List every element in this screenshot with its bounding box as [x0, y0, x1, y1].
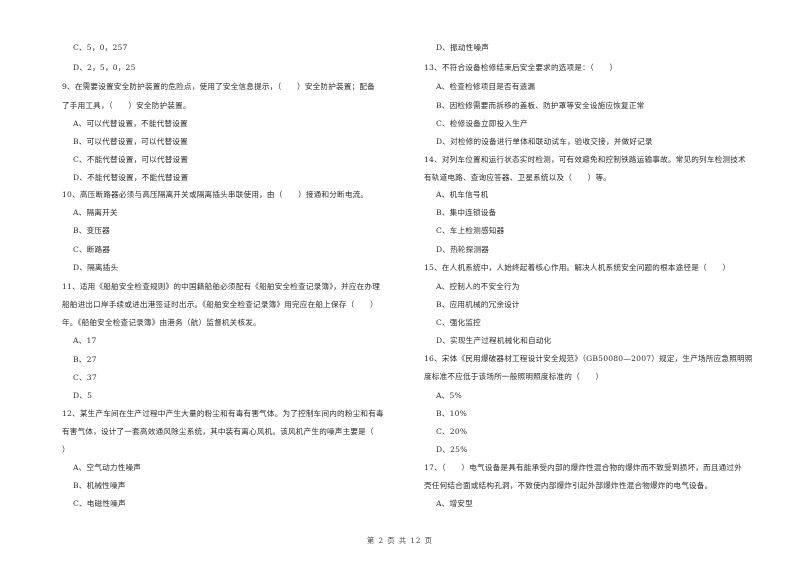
answer-option: C、检修设备立即投入生产	[436, 119, 528, 128]
answer-option: A、机车信号机	[436, 190, 489, 199]
answer-option: B、可以代替设置，可以代替设置	[73, 137, 188, 146]
answer-option: B、因检修需要而拆移的盖板、防护罩等安全设施应恢复正常	[436, 101, 645, 110]
document-page: C、5，0，257 D、2，5，0，25 9、在需要设置安全防护装置的危险点，使用了…	[0, 0, 800, 565]
answer-option: B、10%	[436, 409, 468, 418]
page-footer: 第 2 页 共 12 页	[367, 536, 433, 545]
question-text: 9、在需要设置安全防护装置的危险点，使用了安全信息提示，（ ）安全防护装置；配备	[62, 82, 375, 91]
answer-option: D、不能代替设置，不能代替设置	[73, 173, 189, 182]
answer-option: C、强化监控	[436, 318, 481, 327]
answer-option: C、不能代替设置，可以代替设置	[73, 155, 189, 164]
answer-option: B、集中连锁设备	[436, 208, 497, 217]
answer-option: D、热轮探测器	[436, 245, 490, 254]
answer-option: A、隔离开关	[73, 208, 118, 217]
question-text: 17、（ ）电气设备是具有能承受内部的爆炸性混合物的爆炸而不致受到损坏，而且通过…	[424, 463, 743, 472]
answer-option: D、振动性噪声	[436, 43, 490, 52]
answer-option: D、实现生产过程机械化和自动化	[436, 336, 552, 345]
answer-option: C、断路器	[73, 245, 111, 254]
question-text: 15、在人机系统中，人始终起着核心作用。解决人机系统安全问题的根本途径是（ ）	[424, 263, 731, 272]
answer-option: D、对检修的设备进行单体和联动试车，验收交接，并做好记录	[436, 137, 653, 146]
question-text: 11、适用《船舶安全检查规则》的中国籍船舶必须配有《船舶安全检查记录簿》，并应在…	[62, 282, 381, 291]
question-text: 度标准不应低于该场所一般照明照度标准的（ ）	[424, 372, 604, 381]
answer-option: A、控制人的不安全行为	[436, 282, 520, 291]
answer-option: C、20%	[436, 427, 468, 436]
answer-option: D、25%	[436, 445, 468, 454]
answer-option: C、车上检测感知器	[436, 226, 505, 235]
answer-option: A、检查检修项目是否有遗漏	[436, 82, 536, 91]
question-text: 有害气体，设计了一套高效通风除尘系统，其中装有离心风机。该风机产生的噪声主要是（	[62, 427, 374, 436]
question-text: 年。《船舶安全检查记录簿》由港务（航）监督机关核发。	[62, 318, 261, 327]
question-text: 12、某生产车间在生产过程中产生大量的粉尘和有毒有害气体。为了控制车间内的粉尘和…	[62, 409, 384, 418]
question-text: 10、高压断路器必须与高压隔离开关或隔离插头串联使用，由（ ）接通和分断电流。	[62, 190, 369, 199]
answer-option: A、17	[73, 336, 97, 345]
question-text: 了手用工具，（ ）安全防护装置。	[62, 101, 191, 110]
answer-option: A、5%	[436, 391, 462, 400]
answer-option: A、增安型	[436, 499, 473, 508]
answer-option: B、变压器	[73, 226, 110, 235]
question-text: 有轨道电路、查询应答器、卫星系统以及（ ）等。	[424, 173, 612, 182]
answer-option: C、5，0，257	[73, 43, 128, 52]
answer-option: A、空气动力性噪声	[73, 463, 142, 472]
answer-option: D、2，5，0，25	[73, 63, 136, 72]
answer-option: B、27	[73, 355, 97, 364]
question-text: 14、对列车位置和运行状态实时检测，可有效避免和控制铁路运输事故。常见的列车检测…	[424, 155, 746, 164]
question-text: 船舶进出口岸手续或进出港签证时出示。《船舶安全检查记录簿》用完应在船上保存（ ）	[62, 300, 378, 309]
question-text: 壳任何结合面或结构孔洞，不致使内部爆炸引起外部爆炸性混合物爆炸的电气设备。	[424, 481, 713, 490]
answer-option: D、隔离插头	[73, 263, 119, 272]
question-text: 13、不符合设备检修结束后安全要求的选项是：（ ）	[424, 63, 618, 72]
answer-option: C、37	[73, 373, 97, 382]
answer-option: D、5	[73, 391, 93, 400]
question-text: ）	[62, 445, 70, 454]
answer-option: B、应用机械的冗余设计	[436, 300, 520, 309]
answer-option: B、机械性噪声	[73, 481, 126, 490]
question-text: 16、宋体《民用爆破器材工程设计安全规范》（GB50080—2007）规定，生产…	[424, 354, 753, 363]
answer-option: A、可以代替设置，不能代替设置	[73, 119, 188, 128]
answer-option: C、电磁性噪声	[73, 499, 126, 508]
